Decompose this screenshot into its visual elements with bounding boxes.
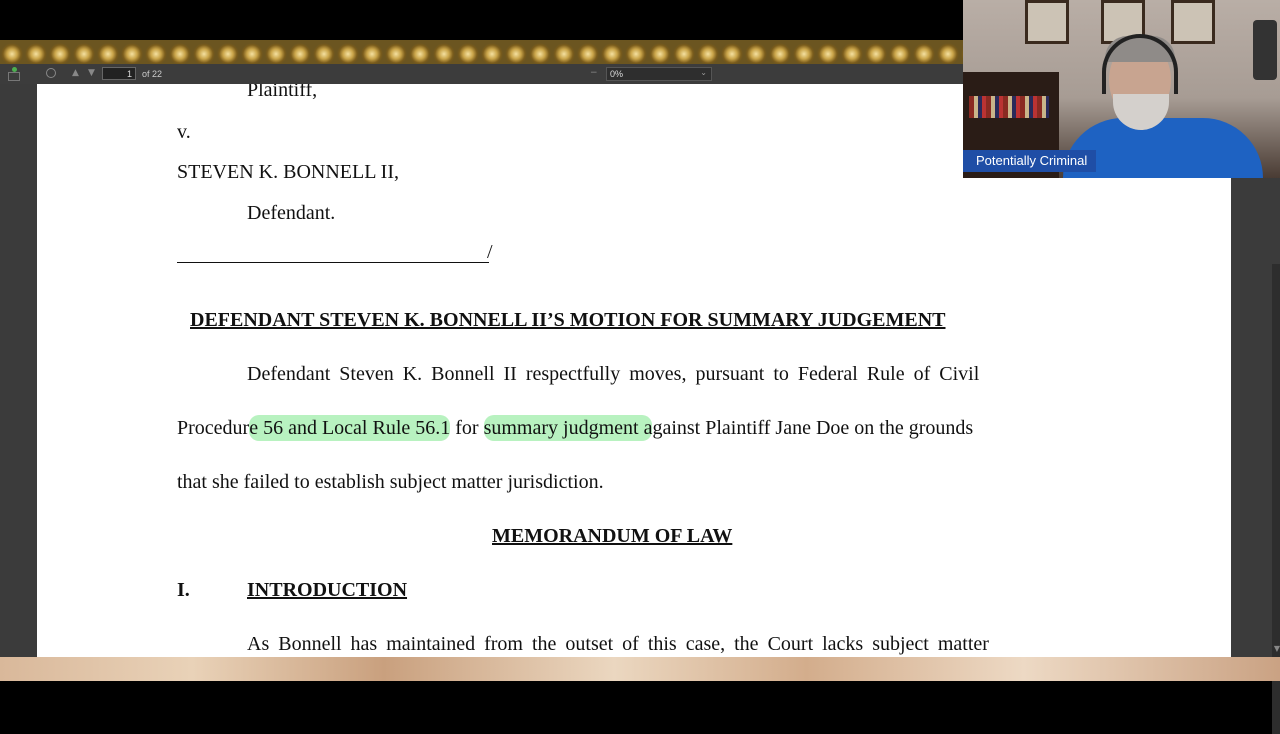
lamp [1253, 20, 1277, 80]
framed-picture [1171, 0, 1215, 44]
text-run: Procedur [177, 417, 250, 439]
versus-text: v. [177, 121, 191, 143]
search-icon[interactable] [46, 68, 56, 78]
paragraph-1-line-1: Defendant Steven K. Bonnell II respectfu… [247, 363, 980, 385]
scroll-down-icon[interactable]: ▼ [1274, 644, 1280, 653]
motion-title: DEFENDANT STEVEN K. BONNELL II’S MOTION … [190, 309, 946, 331]
chevron-down-icon: ⌄ [700, 68, 707, 77]
highlight-rule-citation: e 56 and Local Rule 56.1 [249, 415, 451, 441]
previous-page-icon[interactable]: ▲ [72, 68, 79, 78]
books [969, 96, 1049, 118]
page-number-input[interactable] [102, 67, 136, 80]
marble-border [0, 657, 1280, 681]
signature-slash: / [487, 241, 493, 263]
webcam-overlay: Potentially Criminal [963, 0, 1280, 178]
highlight-summary-judgment: summary judgment a [483, 415, 653, 441]
zoom-value: 0% [610, 69, 624, 79]
defendant-name: STEVEN K. BONNELL II, [177, 161, 400, 183]
text-run: gainst Plaintiff Jane Doe on the grounds [652, 417, 974, 439]
sidebar-toggle-icon[interactable] [8, 72, 20, 81]
paragraph-2-line-1: As Bonnell has maintained from the outse… [247, 633, 989, 655]
ornate-frame-border [0, 40, 963, 65]
next-page-icon[interactable]: ▼ [88, 68, 95, 78]
introduction-heading: INTRODUCTION [247, 579, 408, 601]
section-number: I. [177, 579, 190, 601]
paragraph-1-line-3: that she failed to establish subject mat… [177, 471, 604, 493]
page-count-label: of 22 [142, 69, 163, 79]
signature-line [177, 262, 489, 263]
plaintiff-label: Plaintiff, [247, 84, 318, 101]
defendant-label: Defendant. [247, 202, 336, 224]
framed-picture [1025, 0, 1069, 44]
zoom-select[interactable]: 0% ⌄ [606, 67, 712, 81]
pdf-toolbar: ▲ ▼ of 22 − 0% ⌄ [0, 64, 963, 85]
memorandum-heading: MEMORANDUM OF LAW [492, 525, 733, 547]
zoom-out-icon[interactable]: − [590, 68, 598, 78]
paragraph-1-line-2: Procedure 56 and Local Rule 56.1 for sum… [177, 415, 974, 441]
webcam-caption: Potentially Criminal [963, 150, 1097, 172]
text-run: for [450, 417, 484, 439]
